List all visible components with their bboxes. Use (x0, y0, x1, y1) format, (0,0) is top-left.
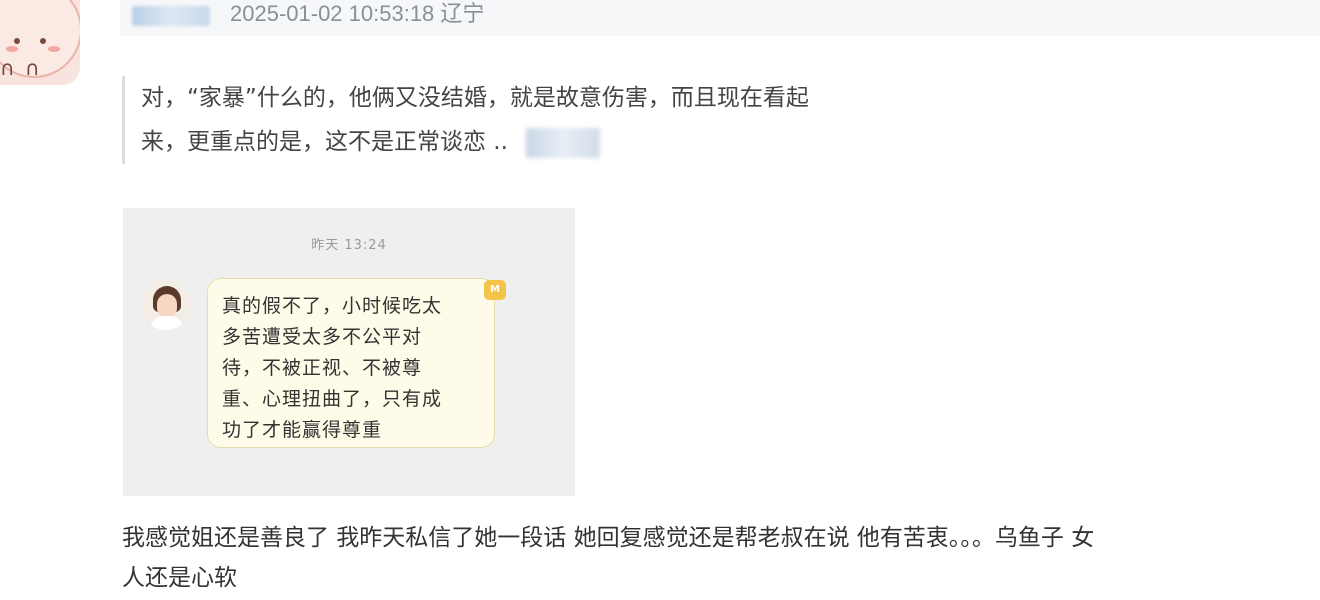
reply-line-1: 我感觉姐还是善良了 我昨天私信了她一段话 她回复感觉还是帮老叔在说 他有苦衷。。… (122, 525, 1095, 551)
avatar-blush-right (48, 46, 60, 52)
reply-comment: 我感觉姐还是善良了 我昨天私信了她一段话 她回复感觉还是帮老叔在说 他有苦衷。。… (122, 518, 1320, 598)
avatar-eye-left (14, 38, 20, 44)
chat-message-line: 待，不被正视、不被尊 (222, 357, 423, 379)
avatar-blush-left (6, 46, 18, 52)
chat-message-line: 重、心理扭曲了，只有成 (222, 388, 443, 410)
quoted-comment-line-2-text: 来，更重点的是，这不是正常谈恋 .. (141, 129, 508, 155)
quoted-comment-line-1: 对，“家暴”什么的，他俩又没结婚，就是故意伤害，而且现在看起 (141, 85, 809, 111)
quoted-comment: 对，“家暴”什么的，他俩又没结婚，就是故意伤害，而且现在看起 来，更重点的是，这… (122, 76, 962, 164)
comment-timestamp: 2025-01-02 10:53:18 辽宁 (230, 1, 485, 26)
username-redacted[interactable] (132, 6, 210, 26)
chat-message-line: 真的假不了，小时候吃太 (222, 295, 443, 317)
chat-time: 昨天 13:24 (311, 238, 387, 253)
chat-message-line: 多苦遭受太多不公平对 (222, 326, 423, 348)
chat-avatar-face (157, 294, 177, 318)
profile-photo-icon (141, 280, 191, 330)
reply-line-2: 人还是心软 (122, 565, 237, 591)
chat-message-bubble: 真的假不了，小时候吃太 多苦遭受太多不公平对 待，不被正视、不被尊 重、心理扭曲… (207, 278, 495, 448)
quoted-comment-line-2: 来，更重点的是，这不是正常谈恋 .. (141, 120, 962, 164)
redacted-mark (525, 127, 600, 158)
chat-screenshot-image[interactable]: 昨天 13:24 真的假不了，小时候吃太 多苦遭受太多不公平对 待，不被正视、不… (123, 208, 575, 496)
chat-message-line: 功了才能赢得尊重 (222, 419, 383, 441)
chat-avatar-body (149, 316, 185, 330)
avatar-eye-right (40, 38, 46, 44)
vip-badge-icon: M (484, 280, 506, 300)
avatar-paws: ∩ ∩ (0, 56, 42, 80)
user-avatar[interactable]: ∩ ∩ (0, 0, 80, 85)
